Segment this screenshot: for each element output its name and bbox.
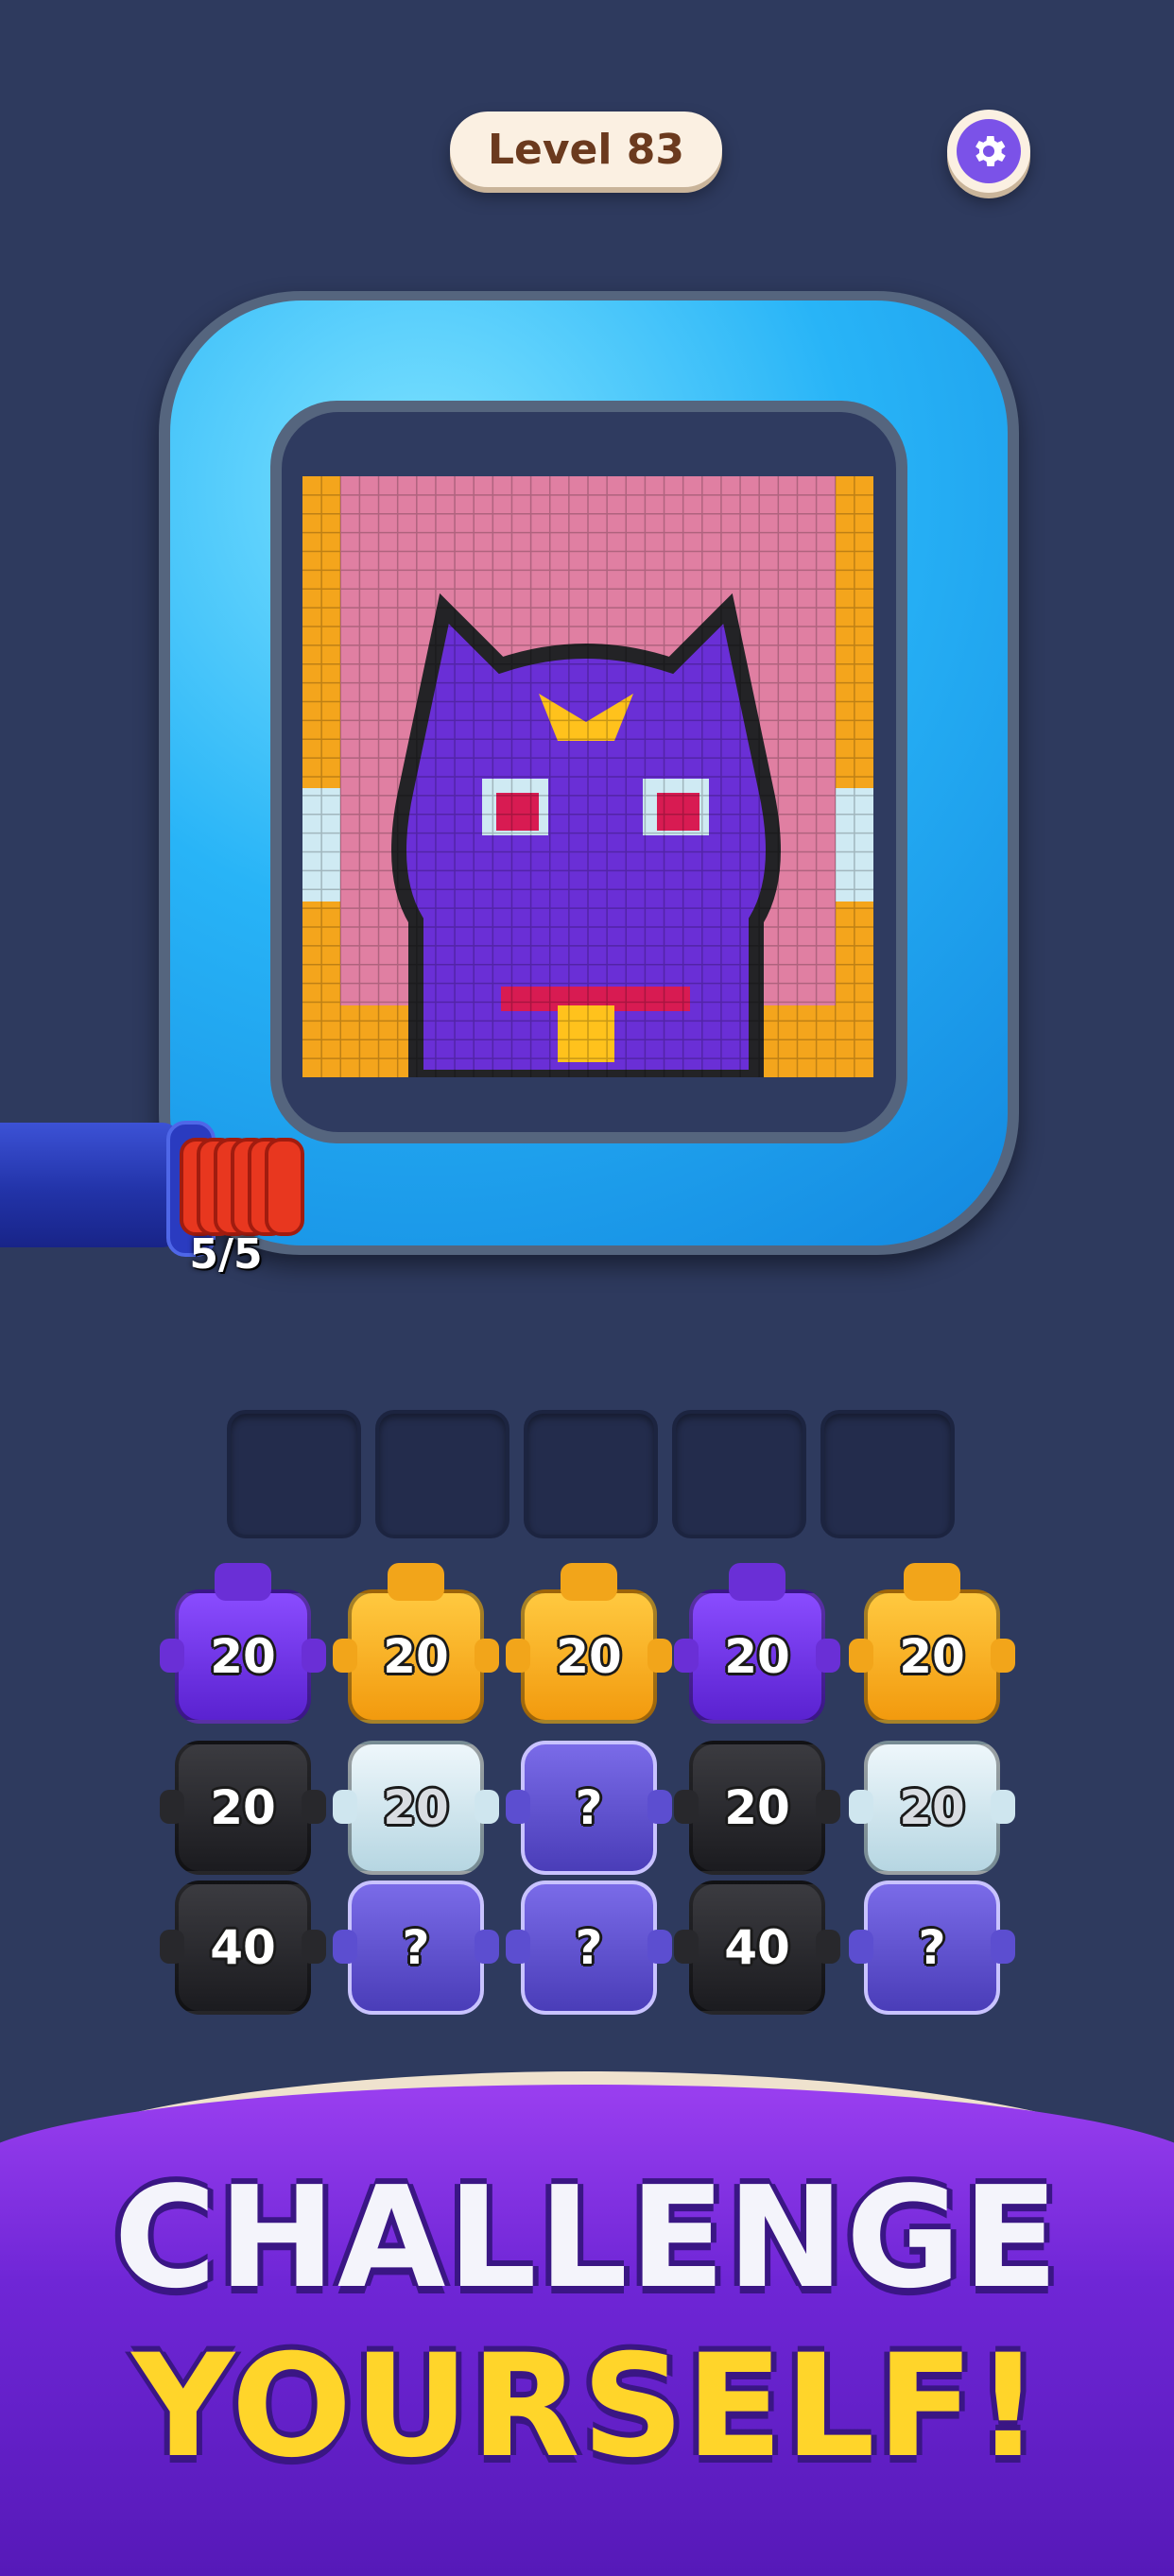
block-handle xyxy=(647,1639,672,1673)
shooter-pipe xyxy=(0,1123,180,1247)
holding-slot[interactable] xyxy=(375,1410,509,1538)
color-block-purple[interactable]: 20 xyxy=(674,1563,840,1724)
block-handle xyxy=(333,1930,357,1964)
holding-slot[interactable] xyxy=(820,1410,955,1538)
holding-slot[interactable] xyxy=(524,1410,658,1538)
art-chin xyxy=(558,1005,614,1062)
block-handle xyxy=(647,1930,672,1964)
block-cap xyxy=(729,1563,786,1601)
gear-icon xyxy=(957,119,1021,183)
block-handle xyxy=(506,1639,530,1673)
color-block-black[interactable]: 40 xyxy=(674,1880,840,2015)
block-count: ? xyxy=(918,1920,946,1975)
block-cap xyxy=(215,1563,271,1601)
settings-button[interactable] xyxy=(947,110,1030,193)
block-cap xyxy=(388,1563,444,1601)
color-block-yellow[interactable]: 20 xyxy=(506,1563,672,1724)
color-block-mystery[interactable]: ? xyxy=(849,1880,1015,2015)
block-cap xyxy=(561,1563,617,1601)
block-count: 20 xyxy=(210,1629,276,1684)
block-count: 20 xyxy=(724,1780,790,1835)
block-handle xyxy=(849,1790,873,1824)
color-block-white[interactable]: 20 xyxy=(849,1741,1015,1875)
block-count: 20 xyxy=(899,1629,965,1684)
color-block-black[interactable]: 40 xyxy=(160,1880,326,2015)
block-count: ? xyxy=(575,1780,603,1835)
block-count: ? xyxy=(402,1920,430,1975)
color-block-mystery[interactable]: ? xyxy=(506,1741,672,1875)
art-eye-pupil xyxy=(657,793,699,831)
block-handle xyxy=(333,1790,357,1824)
block-handle xyxy=(991,1930,1015,1964)
block-handle xyxy=(506,1930,530,1964)
banner-line-1: CHALLENGE xyxy=(113,2156,1061,2319)
block-handle xyxy=(816,1639,840,1673)
block-handle xyxy=(674,1790,699,1824)
holding-slot[interactable] xyxy=(672,1410,806,1538)
block-handle xyxy=(302,1930,326,1964)
block-handle xyxy=(160,1930,184,1964)
block-handle xyxy=(475,1790,499,1824)
block-count: 20 xyxy=(383,1629,449,1684)
ammo-count: 5/5 xyxy=(189,1230,263,1279)
color-block-mystery[interactable]: ? xyxy=(333,1880,499,2015)
block-handle xyxy=(674,1639,699,1673)
block-handle xyxy=(506,1790,530,1824)
ammo-ring xyxy=(265,1138,304,1236)
color-block-yellow[interactable]: 20 xyxy=(849,1563,1015,1724)
block-handle xyxy=(160,1790,184,1824)
pixel-art-canvas xyxy=(302,476,873,1077)
block-handle xyxy=(302,1790,326,1824)
block-handle xyxy=(816,1930,840,1964)
banner-line-2: YOURSELF! xyxy=(131,2325,1043,2489)
block-handle xyxy=(674,1930,699,1964)
art-eye-pupil xyxy=(496,793,539,831)
block-handle xyxy=(991,1790,1015,1824)
block-handle xyxy=(849,1930,873,1964)
color-block-black[interactable]: 20 xyxy=(674,1741,840,1875)
color-block-white[interactable]: 20 xyxy=(333,1741,499,1875)
block-handle xyxy=(160,1639,184,1673)
block-count: 20 xyxy=(899,1780,965,1835)
block-handle xyxy=(475,1930,499,1964)
level-indicator: Level 83 xyxy=(450,112,722,187)
block-count: 40 xyxy=(210,1920,276,1975)
holding-slot[interactable] xyxy=(227,1410,361,1538)
block-handle xyxy=(816,1790,840,1824)
block-count: 20 xyxy=(383,1780,449,1835)
block-count: 40 xyxy=(724,1920,790,1975)
block-handle xyxy=(849,1639,873,1673)
block-handle xyxy=(333,1639,357,1673)
color-block-black[interactable]: 20 xyxy=(160,1741,326,1875)
block-cap xyxy=(904,1563,960,1601)
block-handle xyxy=(302,1639,326,1673)
block-handle xyxy=(991,1639,1015,1673)
color-block-mystery[interactable]: ? xyxy=(506,1880,672,2015)
block-handle xyxy=(647,1790,672,1824)
block-count: ? xyxy=(575,1920,603,1975)
color-block-yellow[interactable]: 20 xyxy=(333,1563,499,1724)
color-block-purple[interactable]: 20 xyxy=(160,1563,326,1724)
block-handle xyxy=(475,1639,499,1673)
block-count: 20 xyxy=(556,1629,622,1684)
block-count: 20 xyxy=(724,1629,790,1684)
block-count: 20 xyxy=(210,1780,276,1835)
